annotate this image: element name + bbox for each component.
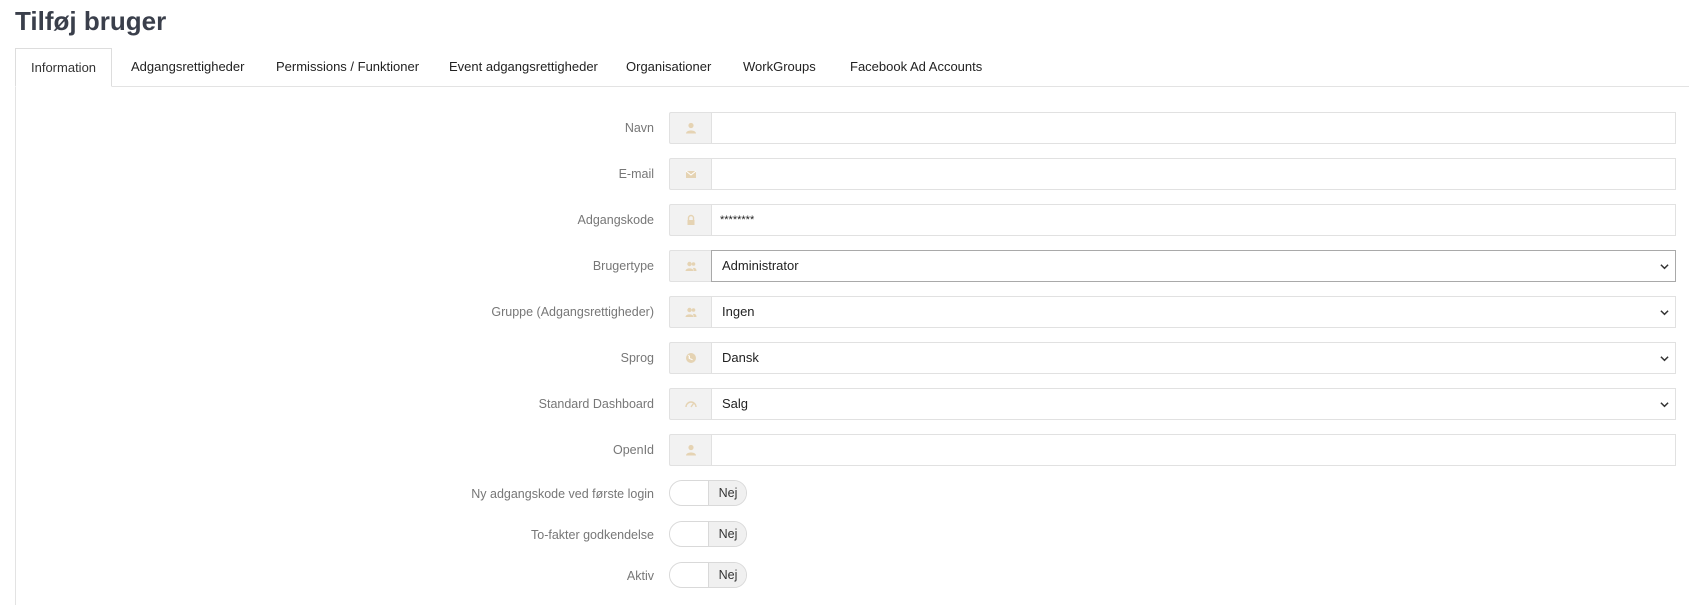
dashboard-value: Salg xyxy=(722,396,749,411)
tab-information[interactable]: Information xyxy=(15,48,113,87)
form-row-language: Sprog Dansk xyxy=(16,342,1689,374)
tab-facebook-ad-accounts[interactable]: Facebook Ad Accounts xyxy=(850,48,982,86)
form-row-email: E-mail xyxy=(16,158,1689,190)
openid-input[interactable] xyxy=(711,434,1676,466)
toggle-knob xyxy=(670,522,709,546)
chevron-down-icon xyxy=(1660,310,1669,316)
user-type-value: Administrator xyxy=(722,258,799,273)
globe-icon xyxy=(669,342,712,374)
user-type-label: Brugertype xyxy=(592,259,654,273)
name-input[interactable] xyxy=(711,112,1676,144)
form-row-openid: OpenId xyxy=(16,434,1689,466)
form-row-two-factor: To-fakter godkendelse Nej xyxy=(16,521,1689,549)
form-row-password: Adgangskode xyxy=(16,204,1689,236)
tab-event-adgangsrettigheder[interactable]: Event adgangsrettigheder xyxy=(449,48,598,86)
tab-adgangsrettigheder[interactable]: Adgangsrettigheder xyxy=(131,48,244,86)
group-value: Ingen xyxy=(722,304,755,319)
openid-label: OpenId xyxy=(612,443,654,457)
users-icon xyxy=(669,250,712,282)
language-label: Sprog xyxy=(620,351,654,365)
chevron-down-icon xyxy=(1660,356,1669,362)
name-label: Navn xyxy=(624,121,654,135)
form-row-name: Navn xyxy=(16,112,1689,144)
toggle-knob xyxy=(670,563,709,587)
user-type-select[interactable]: Administrator xyxy=(711,250,1676,282)
email-label: E-mail xyxy=(618,167,654,181)
email-input[interactable] xyxy=(711,158,1676,190)
language-select[interactable]: Dansk xyxy=(711,342,1676,374)
tab-bar: Information Adgangsrettigheder Permissio… xyxy=(15,48,1689,87)
envelope-icon xyxy=(669,158,712,190)
information-panel: Navn E-mail Adgangskode Brugertype Admin… xyxy=(15,87,1689,605)
form-row-group: Gruppe (Adgangsrettigheder) Ingen xyxy=(16,296,1689,328)
group-select[interactable]: Ingen xyxy=(711,296,1676,328)
form-row-dashboard: Standard Dashboard Salg xyxy=(16,388,1689,420)
two-factor-toggle[interactable]: Nej xyxy=(669,521,747,547)
active-label: Aktiv xyxy=(626,569,654,583)
form-row-user-type: Brugertype Administrator xyxy=(16,250,1689,282)
gauge-icon xyxy=(669,388,712,420)
language-value: Dansk xyxy=(722,350,759,365)
new-password-first-login-label: Ny adgangskode ved første login xyxy=(471,487,654,501)
password-label: Adgangskode xyxy=(577,213,654,227)
page-title: Tilføj bruger xyxy=(15,6,167,36)
toggle-state-label: Nej xyxy=(709,522,746,546)
chevron-down-icon xyxy=(1660,402,1669,408)
form-row-active: Aktiv Nej xyxy=(16,562,1689,590)
new-password-first-login-toggle[interactable]: Nej xyxy=(669,480,747,506)
chevron-down-icon xyxy=(1660,264,1669,270)
toggle-state-label: Nej xyxy=(709,563,746,587)
tab-workgroups[interactable]: WorkGroups xyxy=(743,48,816,86)
dashboard-label: Standard Dashboard xyxy=(538,397,654,411)
dashboard-select[interactable]: Salg xyxy=(711,388,1676,420)
user-icon xyxy=(669,112,712,144)
user-icon xyxy=(669,434,712,466)
toggle-state-label: Nej xyxy=(709,481,746,505)
two-factor-label: To-fakter godkendelse xyxy=(531,528,654,542)
users-icon xyxy=(669,296,712,328)
group-label: Gruppe (Adgangsrettigheder) xyxy=(491,305,654,319)
tab-permissions-funktioner[interactable]: Permissions / Funktioner xyxy=(276,48,419,86)
toggle-knob xyxy=(670,481,709,505)
lock-icon xyxy=(669,204,712,236)
form-row-new-password-first-login: Ny adgangskode ved første login Nej xyxy=(16,480,1689,508)
password-input[interactable] xyxy=(711,204,1676,236)
active-toggle[interactable]: Nej xyxy=(669,562,747,588)
tab-organisationer[interactable]: Organisationer xyxy=(626,48,711,86)
